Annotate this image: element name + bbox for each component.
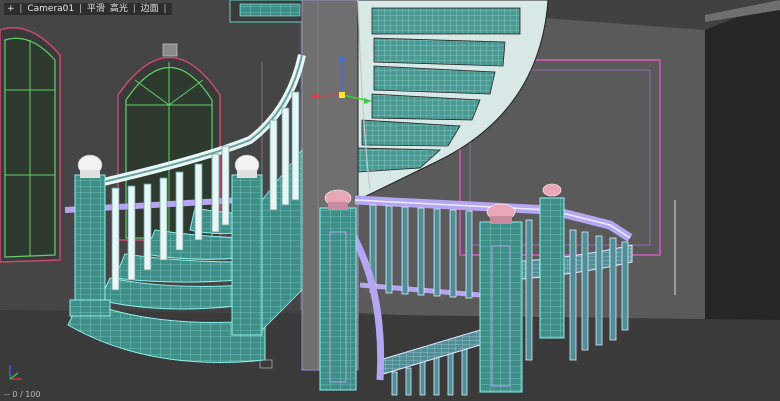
newel-post-back: [539, 183, 565, 339]
viewport-menu-plus[interactable]: +: [7, 4, 15, 14]
baluster: [419, 361, 426, 396]
baluster: [581, 231, 589, 351]
baluster: [385, 205, 393, 294]
baluster: [447, 349, 454, 396]
baluster: [127, 185, 136, 281]
baluster: [111, 187, 120, 291]
baluster: [525, 219, 533, 361]
baluster: [405, 367, 412, 396]
baluster: [291, 91, 300, 201]
baluster: [569, 229, 577, 361]
baluster: [175, 171, 184, 251]
newel-post-front-left: [319, 189, 357, 391]
baluster: [433, 208, 441, 297]
baluster: [391, 371, 398, 396]
baluster: [433, 355, 440, 396]
viewport-status-text: -- 0 / 100: [4, 390, 41, 399]
viewport-scene[interactable]: [0, 0, 780, 401]
baluster: [449, 209, 457, 298]
baluster: [461, 343, 468, 396]
baluster: [159, 177, 168, 261]
baluster: [595, 235, 603, 346]
baluster: [621, 241, 629, 331]
baluster: [465, 210, 473, 299]
axis-tripod-icon: [9, 365, 22, 380]
camera-viewport[interactable]: + | Camera01 | 平滑 高光 | 边面 | -- 0 / 100: [0, 0, 780, 401]
baluster: [221, 145, 230, 226]
viewport-shading-mode[interactable]: 平滑: [87, 4, 105, 14]
viewport-label-menu[interactable]: + | Camera01 | 平滑 高光 | 边面 |: [4, 3, 172, 15]
baluster: [194, 163, 203, 241]
baluster: [417, 207, 425, 296]
arched-window-left: [0, 27, 61, 263]
baluster: [269, 119, 278, 211]
baluster: [143, 183, 152, 271]
newel-post-left: [69, 154, 111, 317]
newel-post-mid: [231, 154, 263, 336]
viewport-edged-faces[interactable]: 边面: [141, 4, 159, 14]
viewport-camera-name[interactable]: Camera01: [27, 4, 74, 14]
baluster: [609, 237, 617, 341]
right-doorway: [705, 0, 780, 330]
viewport-highlight-mode[interactable]: 高光: [110, 4, 128, 14]
baluster: [401, 206, 409, 295]
baluster: [281, 107, 290, 206]
baluster: [211, 153, 220, 233]
newel-post-front-right: [479, 203, 523, 393]
